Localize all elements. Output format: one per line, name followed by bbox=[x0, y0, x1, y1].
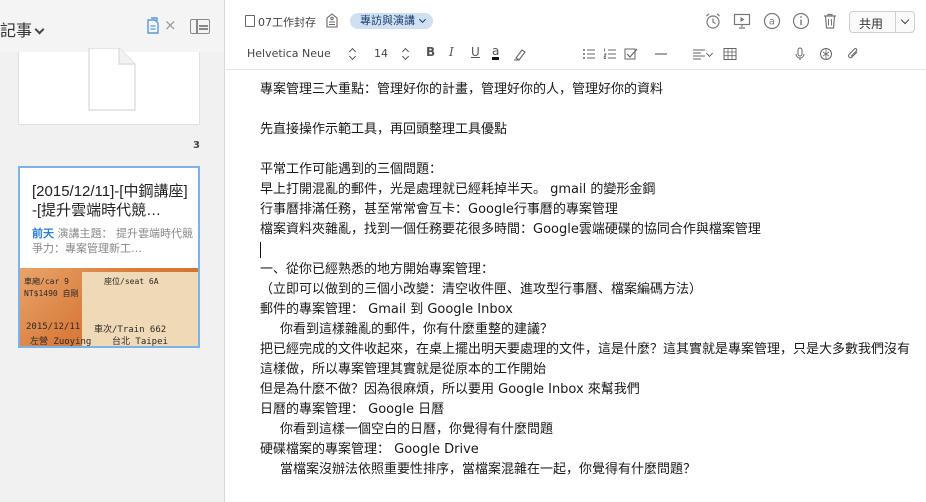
numbered-list-icon[interactable] bbox=[603, 47, 617, 61]
table-icon[interactable] bbox=[723, 47, 737, 61]
align-icon[interactable] bbox=[692, 47, 706, 61]
body-line: 你看到這樣雜亂的郵件，你有什麼重整的建議？ bbox=[280, 322, 554, 337]
note-card-title: [2015/12/11]-[中鋼講座]-[提升雲端時代競… bbox=[32, 183, 188, 219]
reminder-icon[interactable] bbox=[704, 12, 722, 30]
share-button-label: 共用 bbox=[859, 17, 884, 31]
text-caret bbox=[260, 241, 261, 258]
body-line: 你看到這樣一個空白的日曆，你覺得有什麼問題 bbox=[280, 422, 554, 437]
tag-label: 專訪與演講 bbox=[360, 14, 415, 27]
attach-icon[interactable] bbox=[846, 47, 860, 61]
body-line: 行事曆排滿任務，甚至常常會互卡：Google行事曆的專案管理 bbox=[260, 202, 618, 217]
note-card-snippet: 前天 演講主題： 提升雲端時代競爭力：專案管理新工… bbox=[32, 226, 194, 256]
text-color-button[interactable]: a bbox=[492, 45, 500, 60]
body-line bbox=[260, 100, 910, 120]
at-icon[interactable]: a bbox=[763, 12, 781, 30]
body-line: 把已經完成的文件收起來，在桌上擺出明天要處理的文件，這是什麼？這其實就是專案管理… bbox=[260, 342, 911, 377]
body-line: 專案管理三大重點：管理好你的計畫，管理好你的人，管理好你的資料 bbox=[260, 82, 664, 97]
body-line: 檔案資料夾雜亂，找到一個任務要花很多時間：Google雲端硬碟的協同合作與檔案管… bbox=[260, 222, 761, 237]
ticket-text: 左營 Zuoying bbox=[30, 337, 92, 346]
body-line: （立即可以做到的三個小改變：清空收件匣、進攻型行事曆、檔案編碼方法） bbox=[260, 282, 703, 297]
ticket-text: 2015/12/11 bbox=[26, 322, 81, 332]
trash-icon[interactable] bbox=[821, 12, 839, 30]
underline-button[interactable]: U bbox=[471, 45, 480, 59]
bullet-list-icon[interactable] bbox=[582, 47, 596, 61]
font-family-select[interactable]: Helvetica Neue bbox=[247, 47, 331, 60]
info-icon[interactable] bbox=[792, 12, 810, 30]
note-editor: 07工作封存 專訪與演講 a 共用 Helvetica Neue 14 B I … bbox=[226, 0, 926, 502]
body-line: 日曆的專案管理： Google 日曆 bbox=[260, 402, 445, 417]
font-size-stepper-icon[interactable] bbox=[402, 48, 409, 60]
note-list-title: 記事 bbox=[0, 21, 33, 40]
body-line: 先直接操作示範工具，再回頭整理工具優點 bbox=[260, 122, 508, 137]
tag-icon[interactable] bbox=[326, 13, 338, 28]
format-toolbar: Helvetica Neue 14 B I U a bbox=[226, 40, 926, 70]
record-audio-icon[interactable] bbox=[793, 47, 807, 61]
note-body[interactable]: 專案管理三大重點：管理好你的計畫，管理好你的人，管理好你的資料 先直接操作示範工… bbox=[260, 80, 910, 480]
note-list-title-dropdown[interactable]: 記事 bbox=[0, 17, 45, 41]
note-card-thumbnail: 車廂/car 9 座位/seat 6A NT$1490 自剛 2015/12/1… bbox=[20, 268, 198, 346]
chevron-down-icon bbox=[34, 24, 45, 35]
font-family-stepper-icon[interactable] bbox=[349, 48, 356, 60]
body-line: 當檔案沒辦法依照重要性排序，當檔案混雜在一起，你覺得有什麼問題？ bbox=[280, 462, 697, 477]
ticket-text: 台北 Taipei bbox=[112, 337, 168, 346]
notebook-selector[interactable]: 07工作封存 bbox=[258, 14, 316, 30]
ticket-text: NT$1490 自剛 bbox=[24, 289, 79, 298]
font-size-select[interactable]: 14 bbox=[374, 47, 388, 60]
note-card-snippet-text: 演講主題： 提升雲端時代競爭力：專案管理新工… bbox=[32, 227, 193, 255]
body-line: 硬碟檔案的專案管理： Google Drive bbox=[260, 442, 479, 457]
body-line: 但是為什麼不做？因為很麻煩，所以要用 Google Inbox 來幫我們 bbox=[260, 382, 640, 397]
evernote-window: 記事 × 3 [2015/12/11]-[中鋼講座]-[提升雲端時代競… 前天 … bbox=[0, 0, 926, 502]
note-card-date: 前天 bbox=[32, 227, 54, 240]
close-icon[interactable]: × bbox=[164, 16, 177, 34]
chevron-down-icon[interactable] bbox=[895, 12, 915, 32]
ticket-text: 座位/seat 6A bbox=[104, 277, 159, 286]
notebook-icon bbox=[245, 15, 255, 27]
note-card-selected[interactable]: [2015/12/11]-[中鋼講座]-[提升雲端時代競… 前天 演講主題： 提… bbox=[18, 166, 200, 348]
present-icon[interactable] bbox=[733, 12, 751, 30]
encrypt-icon[interactable] bbox=[819, 47, 833, 61]
share-button[interactable]: 共用 bbox=[849, 11, 915, 33]
body-line bbox=[260, 140, 910, 160]
card-view-icon[interactable] bbox=[190, 19, 210, 34]
document-icon bbox=[88, 48, 136, 111]
note-list-header: 記事 × bbox=[0, 0, 224, 52]
body-line: 一、從你已經熟悉的地方開始專案管理： bbox=[260, 262, 495, 277]
chevron-down-icon bbox=[418, 15, 427, 24]
body-line: 平常工作可能遇到的三個問題： bbox=[260, 162, 443, 177]
body-line: 郵件的專案管理： Gmail 到 Google Inbox bbox=[260, 302, 513, 317]
checkbox-icon[interactable] bbox=[624, 47, 638, 61]
chevron-down-icon[interactable] bbox=[705, 49, 714, 58]
divider-icon[interactable] bbox=[654, 47, 668, 61]
bold-button[interactable]: B bbox=[426, 45, 435, 59]
highlight-icon[interactable] bbox=[513, 47, 527, 61]
ticket-text: 車廂/car 9 bbox=[24, 277, 69, 286]
svg-text:a: a bbox=[769, 17, 775, 28]
shortcut-icon[interactable] bbox=[146, 17, 160, 35]
tag-chip[interactable]: 專訪與演講 bbox=[350, 13, 433, 29]
note-list-panel: 記事 × 3 [2015/12/11]-[中鋼講座]-[提升雲端時代競… 前天 … bbox=[0, 0, 225, 502]
train-ticket-image: 車廂/car 9 座位/seat 6A NT$1490 自剛 2015/12/1… bbox=[24, 272, 198, 346]
note-header-bar: 07工作封存 專訪與演講 a 共用 bbox=[226, 0, 926, 40]
italic-button[interactable]: I bbox=[449, 45, 454, 59]
body-line-caret bbox=[260, 240, 910, 260]
note-count-badge: 3 bbox=[193, 140, 200, 151]
body-line: 早上打開混亂的郵件，光是處理就已經耗掉半天。 gmail 的變形金鋼 bbox=[260, 182, 656, 197]
note-card-attachment[interactable] bbox=[18, 48, 200, 125]
